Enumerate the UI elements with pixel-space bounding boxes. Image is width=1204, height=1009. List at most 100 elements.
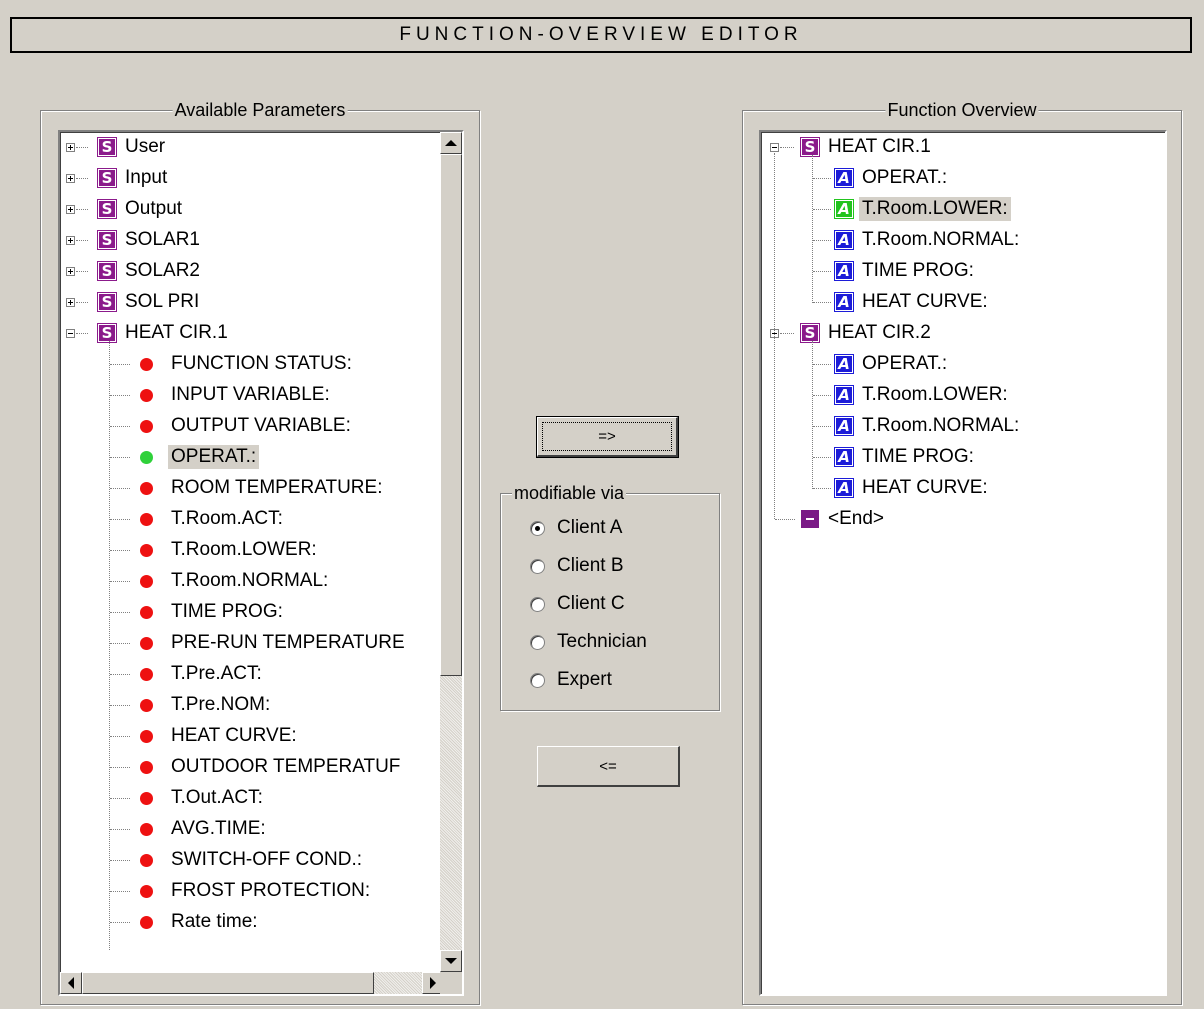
overview-item-label: HEAT CURVE: bbox=[862, 291, 988, 312]
function-overview-tree[interactable]: S HEAT CIR.1 A OPERAT.: A T.Room.LOWER: A T.Roo… bbox=[759, 130, 1167, 996]
list-item[interactable]: PRE-RUN TEMPERATURE bbox=[60, 628, 440, 659]
list-item[interactable]: OUTPUT VARIABLE: bbox=[60, 411, 440, 442]
radio-button-icon[interactable] bbox=[530, 596, 545, 612]
overview-item[interactable]: A T.Room.LOWER: bbox=[761, 380, 1141, 411]
expand-icon[interactable] bbox=[66, 174, 75, 183]
list-item[interactable]: ROOM TEMPERATURE: bbox=[60, 473, 440, 504]
scroll-left-button[interactable] bbox=[60, 972, 82, 994]
modifiable-option[interactable]: Client B bbox=[530, 555, 624, 577]
list-item[interactable]: Rate time: bbox=[60, 907, 440, 938]
list-item[interactable]: OPERAT.: bbox=[60, 442, 440, 473]
tree-group-node[interactable]: S Output bbox=[60, 194, 440, 225]
expand-icon[interactable] bbox=[66, 267, 75, 276]
modifiable-via-legend: modifiable via bbox=[512, 482, 627, 504]
list-item-label: OPERAT.: bbox=[168, 445, 260, 469]
expand-icon[interactable] bbox=[66, 236, 75, 245]
overview-group-node[interactable]: S HEAT CIR.1 bbox=[761, 132, 1141, 163]
overview-end-node[interactable]: <End> bbox=[761, 504, 1141, 535]
vertical-scroll-thumb[interactable] bbox=[440, 154, 462, 676]
overview-item[interactable]: A TIME PROG: bbox=[761, 442, 1141, 473]
overview-item[interactable]: A OPERAT.: bbox=[761, 349, 1141, 380]
section-icon: S bbox=[97, 137, 117, 157]
modifiable-option[interactable]: Client A bbox=[530, 517, 622, 539]
radio-button-icon[interactable] bbox=[530, 672, 545, 688]
overview-item-label: T.Room.LOWER: bbox=[859, 197, 1011, 221]
list-item[interactable]: SWITCH-OFF COND.: bbox=[60, 845, 440, 876]
remove-parameter-button[interactable]: <= bbox=[537, 746, 680, 787]
attribute-icon: A bbox=[834, 447, 854, 467]
tree-group-label: SOLAR2 bbox=[125, 260, 200, 281]
scroll-down-button[interactable] bbox=[440, 950, 462, 972]
overview-item-label: TIME PROG: bbox=[862, 446, 974, 467]
tree-group-node[interactable]: S SOLAR2 bbox=[60, 256, 440, 287]
modifiable-option-label: Technician bbox=[557, 631, 647, 652]
list-item-label: Rate time: bbox=[171, 911, 258, 932]
list-item[interactable]: FUNCTION STATUS: bbox=[60, 349, 440, 380]
list-item[interactable]: AVG.TIME: bbox=[60, 814, 440, 845]
list-item[interactable]: T.Pre.NOM: bbox=[60, 690, 440, 721]
overview-item[interactable]: A HEAT CURVE: bbox=[761, 473, 1141, 504]
list-item[interactable]: T.Room.NORMAL: bbox=[60, 566, 440, 597]
tree-group-label: Output bbox=[125, 198, 183, 219]
overview-item-label: OPERAT.: bbox=[862, 353, 948, 374]
attribute-icon: A bbox=[834, 385, 854, 405]
list-item[interactable]: T.Out.ACT: bbox=[60, 783, 440, 814]
list-item[interactable]: T.Room.ACT: bbox=[60, 504, 440, 535]
add-parameter-button[interactable]: => bbox=[536, 416, 679, 458]
list-item-label: T.Out.ACT: bbox=[171, 787, 263, 808]
modifiable-option[interactable]: Technician bbox=[530, 631, 647, 653]
red-status-dot-icon bbox=[140, 885, 153, 898]
radio-button-icon[interactable] bbox=[530, 520, 545, 536]
tree-group-node[interactable]: S SOL PRI bbox=[60, 287, 440, 318]
scroll-up-button[interactable] bbox=[440, 132, 462, 154]
list-item[interactable]: TIME PROG: bbox=[60, 597, 440, 628]
overview-group-node[interactable]: S HEAT CIR.2 bbox=[761, 318, 1141, 349]
expand-icon[interactable] bbox=[66, 205, 75, 214]
attribute-icon: A bbox=[834, 292, 854, 312]
list-item-label: T.Room.ACT: bbox=[171, 508, 283, 529]
overview-item[interactable]: A TIME PROG: bbox=[761, 256, 1141, 287]
list-item[interactable]: HEAT CURVE: bbox=[60, 721, 440, 752]
modifiable-option[interactable]: Client C bbox=[530, 593, 625, 615]
horizontal-scroll-thumb[interactable] bbox=[82, 972, 374, 994]
available-parameters-tree[interactable]: S User S Input S Output S SOLAR1 S SOLAR2 S SOL PRI… bbox=[58, 130, 464, 996]
list-item[interactable]: FROST PROTECTION: bbox=[60, 876, 440, 907]
arrow-left-icon bbox=[68, 977, 74, 989]
radio-button-icon[interactable] bbox=[530, 558, 545, 574]
overview-item[interactable]: A T.Room.LOWER: bbox=[761, 194, 1141, 225]
collapse-icon[interactable] bbox=[66, 329, 75, 338]
tree-group-node[interactable]: S HEAT CIR.1 bbox=[60, 318, 440, 349]
list-item-label: T.Room.NORMAL: bbox=[171, 570, 329, 591]
collapse-icon[interactable] bbox=[770, 143, 779, 152]
overview-item[interactable]: A T.Room.NORMAL: bbox=[761, 411, 1141, 442]
modifiable-option-label: Expert bbox=[557, 669, 612, 690]
tree-group-node[interactable]: S SOLAR1 bbox=[60, 225, 440, 256]
overview-item-label: T.Room.NORMAL: bbox=[862, 229, 1020, 250]
radio-button-icon[interactable] bbox=[530, 634, 545, 650]
available-horizontal-scrollbar[interactable] bbox=[60, 972, 462, 994]
overview-item[interactable]: A HEAT CURVE: bbox=[761, 287, 1141, 318]
expand-icon[interactable] bbox=[66, 298, 75, 307]
list-item[interactable]: T.Pre.ACT: bbox=[60, 659, 440, 690]
editor-title: FUNCTION-OVERVIEW EDITOR bbox=[399, 24, 803, 45]
tree-group-label: Input bbox=[125, 167, 168, 188]
list-item[interactable]: INPUT VARIABLE: bbox=[60, 380, 440, 411]
modifiable-option[interactable]: Expert bbox=[530, 669, 612, 691]
overview-item[interactable]: A T.Room.NORMAL: bbox=[761, 225, 1141, 256]
red-status-dot-icon bbox=[140, 544, 153, 557]
list-item-label: T.Pre.NOM: bbox=[171, 694, 271, 715]
red-status-dot-icon bbox=[140, 637, 153, 650]
list-item[interactable]: OUTDOOR TEMPERATUF bbox=[60, 752, 440, 783]
overview-group-label: HEAT CIR.1 bbox=[828, 136, 931, 157]
list-item[interactable]: T.Room.LOWER: bbox=[60, 535, 440, 566]
overview-item[interactable]: A OPERAT.: bbox=[761, 163, 1141, 194]
list-item-label: HEAT CURVE: bbox=[171, 725, 297, 746]
available-vertical-scrollbar[interactable] bbox=[440, 132, 462, 972]
red-status-dot-icon bbox=[140, 699, 153, 712]
tree-group-label: SOLAR1 bbox=[125, 229, 200, 250]
tree-group-node[interactable]: S User bbox=[60, 132, 440, 163]
list-item-label: SWITCH-OFF COND.: bbox=[171, 849, 363, 870]
modifiable-via-group: modifiable via Client A Client B Client C T… bbox=[500, 482, 720, 711]
expand-icon[interactable] bbox=[66, 143, 75, 152]
tree-group-node[interactable]: S Input bbox=[60, 163, 440, 194]
